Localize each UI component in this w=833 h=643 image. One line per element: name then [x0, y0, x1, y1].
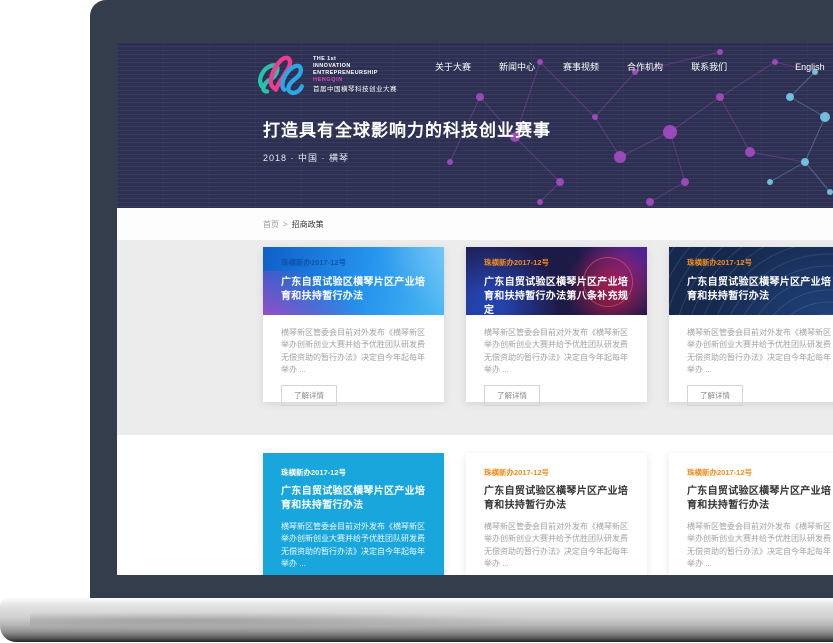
- site-logo[interactable]: THE 1st INNOVATION ENTREPRENEURSHIP HENG…: [255, 52, 397, 98]
- policy-excerpt: 横琴新区管委会目前对外发布《横琴新区举办创新创业大赛并给予优胜团队研发费无偿资助…: [687, 327, 833, 377]
- nav-item-contact[interactable]: 联系我们: [691, 60, 727, 73]
- breadcrumb: 首页 > 招商政策: [263, 219, 324, 230]
- policy-excerpt: 横琴新区管委会目前对外发布《横琴新区举办创新创业大赛并给予优胜团队研发费无偿资助…: [484, 327, 633, 377]
- card-body: 横琴新区管委会目前对外发布《横琴新区举办创新创业大赛并给予优胜团队研发费无偿资助…: [466, 315, 647, 406]
- detail-button[interactable]: 了解详情: [484, 385, 540, 406]
- site-header: THE 1st INNOVATION ENTREPRENEURSHIP HENG…: [117, 42, 833, 208]
- card-row-2: 珠横新办2017-12号 广东自贸试验区横琴片区产业培育和扶持暂行办法 横琴新区…: [263, 453, 833, 575]
- nav-item-partners[interactable]: 合作机构: [627, 60, 663, 73]
- policy-doc-number: 珠横新办2017-12号: [484, 257, 633, 268]
- policy-doc-number: 珠横新办2017-12号: [484, 467, 633, 478]
- breadcrumb-separator: >: [283, 220, 288, 229]
- card-banner-blue-gradient: 珠横新办2017-12号 广东自贸试验区横琴片区产业培育和扶持暂行办法: [263, 247, 444, 315]
- policy-excerpt: 横琴新区管委会目前对外发布《横琴新区举办创新创业大赛并给予优胜团队研发费无偿资助…: [484, 521, 633, 571]
- nav-item-about[interactable]: 关于大赛: [435, 60, 471, 73]
- policy-card-title: 广东自贸试验区横琴片区产业培育和扶持暂行办法: [484, 485, 633, 513]
- breadcrumb-bar: 首页 > 招商政策: [117, 208, 833, 240]
- hero-title: 打造具有全球影响力的科技创业赛事: [263, 116, 551, 141]
- logo-text: THE 1st INNOVATION ENTREPRENEURSHIP HENG…: [313, 56, 397, 94]
- detail-button[interactable]: 了解详情: [281, 385, 337, 406]
- policy-card-highlighted[interactable]: 珠横新办2017-12号 广东自贸试验区横琴片区产业培育和扶持暂行办法 横琴新区…: [263, 453, 444, 575]
- logo-line-1: THE 1st: [313, 56, 397, 63]
- nav-item-news[interactable]: 新闻中心: [499, 60, 535, 73]
- policy-excerpt: 横琴新区管委会目前对外发布《横琴新区举办创新创业大赛并给予优胜团队研发费无偿资助…: [687, 521, 833, 571]
- policy-doc-number: 珠横新办2017-12号: [687, 257, 833, 268]
- laptop-screen-bezel: THE 1st INNOVATION ENTREPRENEURSHIP HENG…: [90, 0, 833, 604]
- policy-card[interactable]: 珠横新办2017-12号 广东自贸试验区横琴片区产业培育和扶持暂行办法 横琴新区…: [263, 247, 444, 402]
- policy-card-title: 广东自贸试验区横琴片区产业培育和扶持暂行办法: [687, 276, 833, 304]
- policy-doc-number: 珠横新办2017-12号: [281, 257, 430, 268]
- card-banner-tech-glow: 珠横新办2017-12号 广东自贸试验区横琴片区产业培育和扶持暂行办法第八条补充…: [466, 247, 647, 315]
- logo-ribbon-icon: [255, 52, 307, 98]
- card-banner-globe: 珠横新办2017-12号 广东自贸试验区横琴片区产业培育和扶持暂行办法: [669, 247, 833, 315]
- policy-card-title: 广东自贸试验区横琴片区产业培育和扶持暂行办法第八条补充规定: [484, 276, 633, 315]
- logo-line-2: INNOVATION: [313, 63, 397, 70]
- policy-card[interactable]: 珠横新办2017-12号 广东自贸试验区横琴片区产业培育和扶持暂行办法第八条补充…: [466, 247, 647, 402]
- logo-line-3: ENTREPRENEURSHIP: [313, 70, 397, 77]
- logo-chinese-name: 首届中国横琴科技创业大赛: [313, 86, 397, 94]
- card-body: 横琴新区管委会目前对外发布《横琴新区举办创新创业大赛并给予优胜团队研发费无偿资助…: [263, 315, 444, 406]
- hero-subtitle: 2018 · 中国 · 横琴: [263, 151, 551, 164]
- policy-cards-section-1: 珠横新办2017-12号 广东自贸试验区横琴片区产业培育和扶持暂行办法 横琴新区…: [117, 240, 833, 435]
- main-nav: 关于大赛 新闻中心 赛事视频 合作机构 联系我们 English: [435, 60, 825, 73]
- policy-doc-number: 珠横新办2017-12号: [687, 467, 833, 478]
- detail-button[interactable]: 了解详情: [687, 385, 743, 406]
- laptop-mockup: THE 1st INNOVATION ENTREPRENEURSHIP HENG…: [0, 0, 833, 643]
- laptop-base: [0, 598, 833, 642]
- nav-item-videos[interactable]: 赛事视频: [563, 60, 599, 73]
- breadcrumb-current-page: 招商政策: [292, 219, 324, 230]
- policy-card-title: 广东自贸试验区横琴片区产业培育和扶持暂行办法: [281, 485, 430, 513]
- policy-card[interactable]: 珠横新办2017-12号 广东自贸试验区横琴片区产业培育和扶持暂行办法 横琴新区…: [466, 453, 647, 575]
- policy-excerpt: 横琴新区管委会目前对外发布《横琴新区举办创新创业大赛并给予优胜团队研发费无偿资助…: [281, 327, 430, 377]
- logo-line-4: HENGQIN: [313, 77, 397, 84]
- hero-banner: 打造具有全球影响力的科技创业赛事 2018 · 中国 · 横琴: [263, 116, 551, 164]
- nav-item-language-english[interactable]: English: [795, 62, 825, 72]
- website-viewport: THE 1st INNOVATION ENTREPRENEURSHIP HENG…: [117, 42, 833, 575]
- breadcrumb-home-link[interactable]: 首页: [263, 219, 279, 230]
- policy-cards-section-2: 珠横新办2017-12号 广东自贸试验区横琴片区产业培育和扶持暂行办法 横琴新区…: [117, 435, 833, 575]
- policy-doc-number: 珠横新办2017-12号: [281, 467, 430, 478]
- policy-card[interactable]: 珠横新办2017-12号 广东自贸试验区横琴片区产业培育和扶持暂行办法 横琴新区…: [669, 247, 833, 402]
- card-row-1: 珠横新办2017-12号 广东自贸试验区横琴片区产业培育和扶持暂行办法 横琴新区…: [263, 247, 833, 402]
- policy-card[interactable]: 珠横新办2017-12号 广东自贸试验区横琴片区产业培育和扶持暂行办法 横琴新区…: [669, 453, 833, 575]
- policy-excerpt: 横琴新区管委会目前对外发布《横琴新区举办创新创业大赛并给予优胜团队研发费无偿资助…: [281, 521, 430, 571]
- card-body: 横琴新区管委会目前对外发布《横琴新区举办创新创业大赛并给予优胜团队研发费无偿资助…: [669, 315, 833, 406]
- policy-card-title: 广东自贸试验区横琴片区产业培育和扶持暂行办法: [281, 276, 430, 304]
- policy-card-title: 广东自贸试验区横琴片区产业培育和扶持暂行办法: [687, 485, 833, 513]
